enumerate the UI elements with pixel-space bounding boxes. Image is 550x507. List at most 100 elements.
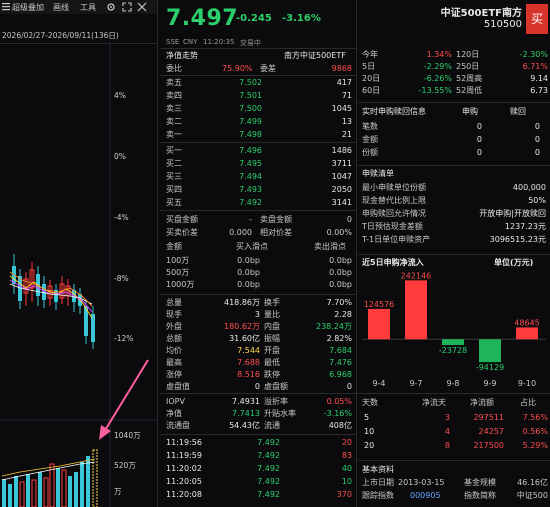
subscription-item-label: T日预估现金差额	[362, 222, 423, 231]
tab-draw[interactable]: 画线	[53, 2, 69, 13]
tab-overlay[interactable]: 超级叠加	[12, 2, 44, 13]
net-flow-amount: 24257	[478, 427, 504, 436]
nav-trend-tab[interactable]: 净值走势	[166, 50, 198, 61]
ask-level-row: 卖一 7.498 21	[160, 129, 356, 140]
tick-volume: 83	[341, 451, 352, 460]
close-icon[interactable]	[137, 2, 147, 14]
net-flow-ratio: 0.56%	[522, 427, 548, 436]
buy-amount-label: 买盘金额	[166, 215, 198, 224]
gear-icon[interactable]	[106, 2, 116, 14]
stats-row: 现手 3 量比 2.28	[160, 309, 356, 320]
iopv-row: IOPV 7.4931 溢折率 0.05%	[160, 396, 356, 407]
net-flow-ratio: 7.56%	[522, 413, 548, 422]
stat-value: 0	[346, 382, 352, 391]
iopv-label: 流通	[264, 421, 280, 430]
bid-level-row: 买四 7.493 2050	[160, 184, 356, 195]
basic-info-row-2: 跟踪指数 000905 指数简称 中证500	[358, 490, 550, 501]
realtime-label: 笔数	[362, 122, 378, 131]
bid-level-row: 买一 7.496 1486	[160, 145, 356, 156]
iopv-value: 0.05%	[326, 397, 352, 406]
tick-time: 11:20:02	[166, 464, 202, 473]
net-flow-inflow-days: 4	[444, 427, 450, 436]
bid-volume: 3141	[331, 198, 352, 207]
weibi-label: 委比	[166, 64, 182, 73]
slippage-row: 500万 0.0bp 0.0bp	[160, 267, 356, 278]
weicha-label: 委差	[260, 64, 276, 73]
period-label: 60日	[362, 86, 381, 95]
realtime-subscribe-value: 0	[476, 135, 482, 144]
period-value: -13.55%	[418, 86, 452, 95]
sell-slippage: 0.0bp	[329, 280, 352, 289]
ask-label: 卖三	[166, 104, 182, 113]
inflow-value-label: 242146	[401, 271, 432, 280]
stat-label: 内盘	[264, 322, 280, 331]
bid-label: 买三	[166, 172, 182, 181]
inflow-value-label: 48645	[514, 318, 539, 327]
stat-label: 现手	[166, 310, 182, 319]
realtime-redeem-value: 0	[534, 122, 540, 131]
subscription-item-value: 50%	[528, 196, 546, 205]
inflow-date-label: 9-10	[518, 379, 536, 388]
ask-volume: 1045	[331, 104, 352, 113]
iopv-value: -3.16%	[323, 409, 352, 418]
subscription-list-header: 申赎清单	[358, 168, 550, 179]
net-inflow-chart: 124576 9-4 242146 9-7 -23728 9-8 -94129 9-9 4864…	[362, 271, 546, 388]
tracking-index-label: 跟踪指数	[362, 491, 394, 500]
bid-volume: 1486	[331, 146, 352, 155]
iopv-label: 流通盘	[166, 421, 190, 430]
stats-row: 总量 418.86万 换手 7.70%	[160, 297, 356, 308]
subscription-item-label: 最小申赎单位份额	[362, 183, 426, 192]
realtime-header: 实时申购赎回信息 申购 赎回	[358, 106, 550, 117]
axis-label-4pct: 4%	[114, 91, 126, 100]
stat-label: 涨停	[166, 370, 182, 379]
ask-volume: 71	[341, 91, 352, 100]
realtime-row: 金额 0 0	[358, 134, 550, 145]
basic-info-title: 基本资料	[362, 465, 394, 474]
ask-price: 7.498	[239, 130, 262, 139]
spread-row: 买卖价差 0.000 相对价差 0.00%	[160, 227, 356, 238]
spread-value: 0.000	[229, 228, 252, 237]
iopv-value: 7.7413	[232, 409, 260, 418]
realtime-col-redeem: 赎回	[510, 107, 526, 116]
ask-label: 卖五	[166, 78, 182, 87]
tick-volume: 40	[341, 464, 352, 473]
tick-time: 11:19:59	[166, 451, 202, 460]
period-return-row: 5日 -2.29% 250日 6.71%	[358, 61, 550, 72]
tick-volume: 10	[341, 477, 352, 486]
subscription-item-value: 3096515.23元	[489, 235, 546, 244]
net-flow-row: 5 3 297511 7.56%	[358, 412, 550, 423]
expand-icon[interactable]	[122, 2, 132, 14]
stat-value: 7.544	[237, 346, 260, 355]
fund-name-tab[interactable]: 南方中证500ETF	[284, 50, 346, 61]
buy-button[interactable]: 买	[526, 4, 548, 34]
net-flow-row: 10 4 24257 0.56%	[358, 426, 550, 437]
net-flow-inflow-days: 8	[444, 441, 450, 450]
stat-label: 换手	[264, 298, 280, 307]
slippage-row: 1000万 0.0bp 0.0bp	[160, 279, 356, 290]
stat-label: 总额	[166, 334, 182, 343]
menu-icon[interactable]	[2, 2, 10, 11]
tab-tools[interactable]: 工具	[80, 2, 96, 13]
period-value: 9.14	[530, 74, 548, 83]
tick-price: 7.492	[257, 490, 280, 499]
stat-label: 跌停	[264, 370, 280, 379]
stat-value: 238.24万	[316, 322, 352, 331]
tick-row: 11:19:59 7.492 83	[160, 450, 356, 461]
bid-label: 买一	[166, 146, 182, 155]
quote-time: 11:20:35	[203, 38, 235, 46]
net-flow-ratio: 5.29%	[522, 441, 548, 450]
relative-spread-value: 0.00%	[326, 228, 352, 237]
weicha-value: 9868	[331, 64, 352, 73]
index-name-label: 指数简称	[464, 491, 496, 500]
tracking-index-code[interactable]: 000905	[410, 490, 441, 501]
ask-level-row: 卖二 7.499 13	[160, 116, 356, 127]
ask-price: 7.499	[239, 117, 262, 126]
bid-label: 买四	[166, 185, 182, 194]
iopv-label: 升贴水率	[264, 409, 296, 418]
realtime-redeem-value: 0	[534, 135, 540, 144]
net-flow-amount: 297511	[473, 413, 504, 422]
realtime-redeem-value: 0	[534, 148, 540, 157]
iopv-value: 54.43亿	[229, 421, 260, 430]
stat-value: 7.688	[237, 358, 260, 367]
bid-price: 7.492	[239, 198, 262, 207]
